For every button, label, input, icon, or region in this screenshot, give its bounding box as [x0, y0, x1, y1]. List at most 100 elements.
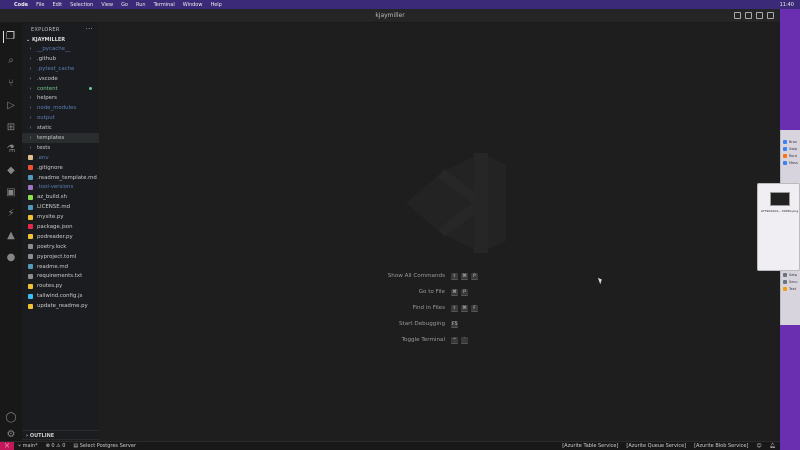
toggle-panel-icon[interactable]: [745, 12, 752, 19]
desktop-panel-item[interactable]: Text: [781, 285, 800, 292]
desktop-panel-item[interactable]: Brav: [781, 138, 800, 145]
desktop-panel-item[interactable]: Secu: [781, 278, 800, 285]
tree-file[interactable]: readme.md: [22, 262, 99, 272]
tree-item-label: helpers: [37, 95, 57, 102]
menu-go[interactable]: Go: [121, 2, 128, 8]
desktop-panel-item[interactable]: Rout: [781, 152, 800, 159]
tree-file[interactable]: poetry.lock: [22, 242, 99, 252]
tree-file[interactable]: .tool-versions: [22, 182, 99, 192]
tree-folder[interactable]: › __pycache__: [22, 44, 99, 54]
docker-icon[interactable]: ▣: [5, 187, 17, 199]
file-type-icon: [28, 204, 33, 210]
shortcut-label[interactable]: Go to File: [349, 289, 451, 295]
tree-file[interactable]: pyproject.toml: [22, 252, 99, 262]
tree-folder[interactable]: › content: [22, 84, 99, 94]
search-icon[interactable]: ⌕: [5, 55, 17, 67]
file-type-icon: [28, 214, 33, 220]
menu-edit[interactable]: Edit: [52, 2, 62, 8]
folder-chevron-icon: ›: [29, 65, 32, 72]
manage-gear-icon[interactable]: ⚙: [5, 429, 17, 441]
azure-icon[interactable]: ▲: [5, 230, 17, 242]
customize-layout-icon[interactable]: [767, 12, 774, 19]
window-title: kjaymiller: [375, 12, 405, 19]
branch-status[interactable]: ⑂ main*: [14, 443, 42, 449]
layout-controls: [734, 12, 774, 19]
tree-folder[interactable]: › .github: [22, 54, 99, 64]
screenshot-thumbnail[interactable]: AT7902924-...5005K.png: [757, 183, 800, 271]
shortcut-label[interactable]: Start Debugging: [349, 321, 451, 327]
menu-selection[interactable]: Selection: [70, 2, 93, 8]
toggle-secondary-sidebar-icon[interactable]: [756, 12, 763, 19]
menu-help[interactable]: Help: [210, 2, 221, 8]
outline-section[interactable]: › OUTLINE: [22, 430, 99, 439]
github-icon[interactable]: ●: [5, 252, 17, 264]
desktop-panel-item[interactable]: Swip: [781, 145, 800, 152]
feedback-icon[interactable]: ☺: [752, 443, 765, 449]
problems-status[interactable]: ⊗ 0 ⚠ 0: [42, 443, 70, 449]
files-icon[interactable]: ❐: [3, 31, 15, 43]
account-icon[interactable]: ◯: [5, 412, 17, 424]
azurite-table-service[interactable]: [Azurite Table Service]: [558, 443, 622, 449]
tree-file[interactable]: mysite.py: [22, 212, 99, 222]
tree-file[interactable]: podreader.py: [22, 232, 99, 242]
file-type-icon: [28, 155, 33, 161]
testing-icon[interactable]: ⚗: [5, 144, 17, 156]
toggle-sidebar-icon[interactable]: [734, 12, 741, 19]
tree-file[interactable]: tailwind.config.js: [22, 291, 99, 301]
python-icon[interactable]: ◆: [5, 165, 17, 177]
shortcut-label[interactable]: Find in Files: [349, 305, 451, 311]
menu-view[interactable]: View: [101, 2, 113, 8]
azurite-blob-service[interactable]: [Azurite Blob Service]: [690, 443, 752, 449]
key-cap: ⌘: [451, 288, 458, 296]
explorer-sidebar: EXPLORER ··· ⌄ KJAYMILLER › __pycache__ ›.…: [22, 23, 99, 448]
status-bar: ⟩⟨ ⑂ main* ⊗ 0 ⚠ 0 ▤ Select Postgres Ser…: [0, 441, 780, 450]
menu-file[interactable]: File: [36, 2, 44, 8]
shortcut-label[interactable]: Show All Commands: [349, 273, 451, 279]
tree-folder[interactable]: › templates: [22, 133, 99, 143]
remote-indicator-icon[interactable]: ⟩⟨: [0, 441, 14, 450]
tree-folder[interactable]: › static: [22, 123, 99, 133]
tree-folder[interactable]: › tests: [22, 143, 99, 153]
run-debug-icon[interactable]: ▷: [5, 100, 17, 112]
tree-folder[interactable]: › output: [22, 113, 99, 123]
menu-run[interactable]: Run: [136, 2, 146, 8]
tree-item-label: content: [37, 85, 58, 92]
tree-item-label: .env: [37, 154, 49, 161]
tree-folder[interactable]: › .pytest_cache: [22, 64, 99, 74]
desktop-panel-item[interactable]: Setp: [781, 271, 800, 278]
tree-file[interactable]: az_build.sh: [22, 192, 99, 202]
vscode-window: kjaymiller ❐ ⌕ ⑂ ▷ ⊞ ⚗ ◆ ▣ ⚡ ▲ ● ◯ ⚙ EXP…: [0, 9, 780, 450]
app-icon: [783, 272, 787, 277]
shortcut-label[interactable]: Toggle Terminal: [349, 337, 451, 343]
tree-folder[interactable]: › node_modules: [22, 103, 99, 113]
tree-folder[interactable]: › helpers: [22, 93, 99, 103]
desktop-panel-item[interactable]: Mess: [781, 159, 800, 166]
tree-file[interactable]: .env: [22, 153, 99, 163]
app-icon: [783, 160, 787, 165]
menu-terminal[interactable]: Terminal: [154, 2, 175, 8]
remote-icon[interactable]: ⚡: [5, 208, 17, 220]
workspace-root[interactable]: ⌄ KJAYMILLER: [22, 35, 99, 44]
more-actions-icon[interactable]: ···: [85, 25, 93, 33]
tree-file[interactable]: .readme_template.md: [22, 173, 99, 183]
shortcut-row: Show All Commands ⇧ ⌘ P: [349, 271, 589, 281]
notifications-bell-icon[interactable]: 🔔︎: [766, 443, 780, 449]
menu-code[interactable]: Code: [14, 2, 28, 8]
tree-file[interactable]: package.json: [22, 222, 99, 232]
tree-file[interactable]: requirements.txt: [22, 271, 99, 281]
branch-name: main*: [22, 443, 38, 449]
shortcut-row: Find in Files ⇧ ⌘ F: [349, 303, 589, 313]
tree-file[interactable]: LICENSE.md: [22, 202, 99, 212]
tree-folder[interactable]: › .vscode: [22, 74, 99, 84]
tree-file[interactable]: routes.py: [22, 281, 99, 291]
mouse-cursor: [597, 276, 604, 285]
desktop-panel-item-label: Brav: [789, 139, 798, 144]
extensions-icon[interactable]: ⊞: [5, 122, 17, 134]
folder-chevron-icon: ›: [29, 105, 32, 112]
menu-window[interactable]: Window: [183, 2, 203, 8]
tree-file[interactable]: .gitignore: [22, 163, 99, 173]
azurite-queue-service[interactable]: [Azurite Queue Service]: [622, 443, 690, 449]
tree-file[interactable]: update_readme.py: [22, 301, 99, 311]
postgres-task[interactable]: ▤ Select Postgres Server: [69, 443, 140, 449]
source-control-icon[interactable]: ⑂: [5, 78, 17, 90]
